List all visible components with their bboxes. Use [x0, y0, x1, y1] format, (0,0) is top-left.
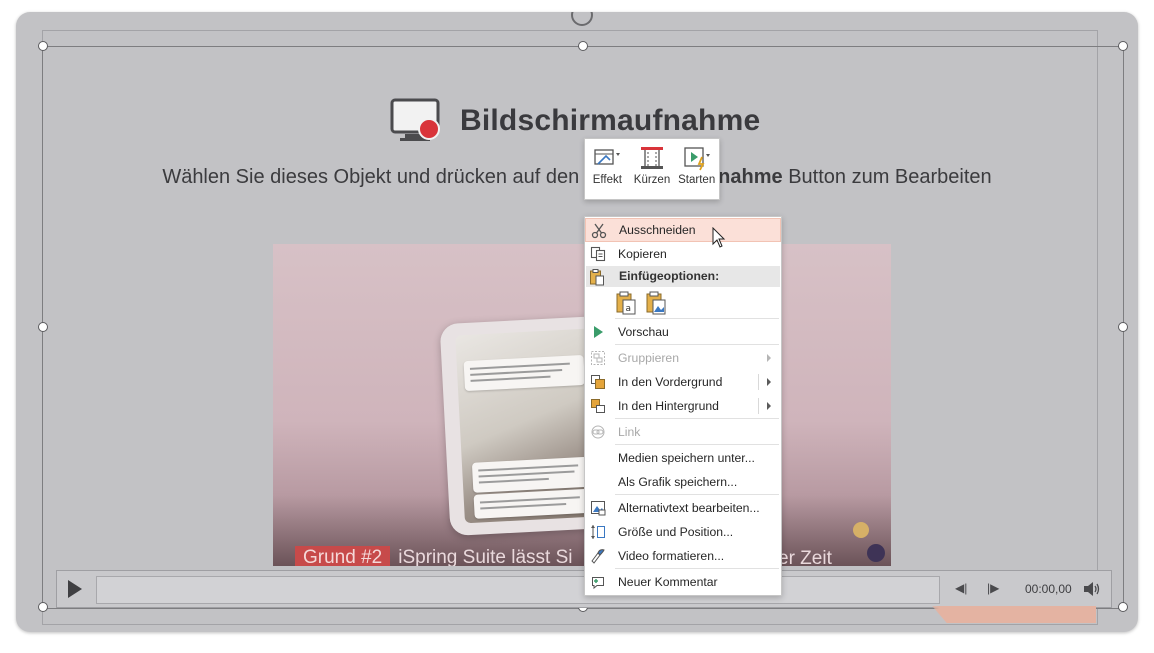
menu-label-new-comment: Neuer Kommentar [618, 575, 718, 589]
screen-record-icon [390, 98, 440, 141]
caption-badge: Grund #2 [295, 546, 391, 566]
submenu-arrow-icon[interactable] [767, 378, 771, 386]
play-preview-icon [589, 323, 607, 341]
size-position-icon [589, 523, 607, 541]
video-caption: Grund #2 iSpring Suite lässt Si [295, 546, 572, 566]
start-button[interactable]: Starten [674, 139, 719, 199]
paste-options-row: a [615, 291, 667, 315]
video-frame[interactable]: Grund #2 iSpring Suite lässt Si er Zeit [273, 244, 891, 566]
copy-icon [589, 245, 607, 263]
menu-label-format-video: Video formatieren... [618, 549, 725, 563]
menu-item-bring-forward[interactable]: In den Vordergrund [585, 370, 781, 394]
menu-label-cut: Ausschneiden [619, 223, 696, 237]
menu-label-save-media: Medien speichern unter... [618, 451, 755, 465]
slide-canvas: Bildschirmaufnahme Wählen Sie dieses Obj… [16, 12, 1138, 632]
resize-handle-left[interactable] [38, 322, 48, 332]
alt-text-icon [589, 499, 607, 517]
group-icon [589, 349, 607, 367]
resize-handle-top[interactable] [578, 41, 588, 51]
svg-text:a: a [626, 304, 632, 314]
trim-icon [641, 147, 663, 169]
playback-time: 00:00,00 [1025, 582, 1072, 596]
menu-item-format-video[interactable]: Video formatieren... [585, 544, 781, 568]
menu-separator [615, 444, 779, 445]
start-label: Starten [678, 174, 716, 186]
trim-button[interactable]: Kürzen [630, 139, 675, 199]
resize-handle-right[interactable] [1118, 322, 1128, 332]
menu-separator [615, 418, 779, 419]
rotate-handle[interactable] [571, 12, 593, 26]
video-cursor-highlight [853, 522, 869, 538]
instruction-part-2: Button zum Bearbeiten [788, 166, 992, 188]
step-back-icon[interactable]: ◀| [955, 581, 967, 595]
menu-item-cut[interactable]: Ausschneiden [585, 218, 781, 242]
resize-handle-top-left[interactable] [38, 41, 48, 51]
step-forward-icon[interactable]: |▶ [987, 581, 999, 595]
paste-options-header: Einfügeoptionen: [586, 266, 780, 287]
effect-icon [594, 149, 621, 165]
timeline-track[interactable] [96, 576, 940, 604]
menu-label-copy: Kopieren [618, 247, 667, 261]
effect-button[interactable]: Effekt [585, 139, 630, 199]
caption-text-tail: er Zeit [778, 548, 832, 566]
submenu-divider [758, 374, 759, 390]
video-mini-toolbar: Effekt Kürzen Starten [584, 138, 720, 200]
trim-label: Kürzen [633, 174, 671, 186]
menu-item-save-as-picture[interactable]: Als Grafik speichern... [585, 470, 781, 494]
scissors-icon [590, 222, 608, 240]
play-button[interactable] [65, 579, 85, 599]
menu-label-size-position: Größe und Position... [618, 525, 734, 539]
menu-label-alt-text: Alternativtext bearbeiten... [618, 501, 760, 515]
menu-item-size-position[interactable]: Größe und Position... [585, 520, 781, 544]
paste-picture-icon[interactable] [645, 291, 667, 315]
bring-forward-icon [589, 373, 607, 391]
context-menu: Ausschneiden Kopieren Einfügeoptionen: a [584, 216, 782, 596]
resize-handle-top-right[interactable] [1118, 41, 1128, 51]
start-icon [684, 147, 710, 171]
menu-item-copy[interactable]: Kopieren [585, 242, 781, 266]
paste-keep-formatting-icon[interactable]: a [615, 291, 637, 315]
mouse-pointer-icon [712, 227, 726, 248]
menu-separator [615, 318, 779, 319]
menu-item-send-backward[interactable]: In den Hintergrund [585, 394, 781, 418]
instruction-text: Wählen Sie dieses Objekt und drücken auf… [16, 166, 1138, 189]
caption-text: iSpring Suite lässt Si [398, 547, 573, 566]
resize-handle-bottom-right[interactable] [1118, 602, 1128, 612]
comment-icon [589, 573, 607, 591]
volume-icon[interactable] [1083, 581, 1101, 597]
menu-label-send-backward: In den Hintergrund [618, 399, 719, 413]
menu-item-preview[interactable]: Vorschau [585, 320, 781, 344]
video-logo-icon [867, 544, 885, 562]
menu-label-group: Gruppieren [618, 351, 679, 365]
submenu-divider [758, 398, 759, 414]
effect-label: Effekt [592, 174, 622, 186]
menu-item-link[interactable]: Link [585, 420, 781, 444]
menu-label-preview: Vorschau [618, 325, 669, 339]
chat-bubble [463, 354, 585, 392]
instruction-part-1: Wählen Sie dieses Objekt und drücken auf… [162, 166, 580, 188]
format-video-icon [589, 547, 607, 565]
paste-options-label: Einfügeoptionen: [619, 269, 720, 283]
menu-item-alt-text[interactable]: Alternativtext bearbeiten... [585, 496, 781, 520]
link-icon [589, 423, 607, 441]
chat-bubble [471, 456, 594, 493]
screen-recording-title: Bildschirmaufnahme [460, 104, 761, 137]
resize-handle-bottom-left[interactable] [38, 602, 48, 612]
submenu-arrow-icon [767, 354, 771, 362]
menu-item-new-comment[interactable]: Neuer Kommentar [585, 570, 781, 594]
menu-separator [615, 494, 779, 495]
clipboard-icon [589, 268, 605, 289]
menu-separator [615, 568, 779, 569]
menu-item-group[interactable]: Gruppieren [585, 346, 781, 370]
submenu-arrow-icon[interactable] [767, 402, 771, 410]
menu-label-save-as-picture: Als Grafik speichern... [618, 475, 738, 489]
menu-separator [615, 344, 779, 345]
menu-label-bring-forward: In den Vordergrund [618, 375, 723, 389]
menu-label-link: Link [618, 425, 641, 439]
menu-item-save-media[interactable]: Medien speichern unter... [585, 446, 781, 470]
play-icon [68, 580, 82, 598]
send-backward-icon [589, 397, 607, 415]
